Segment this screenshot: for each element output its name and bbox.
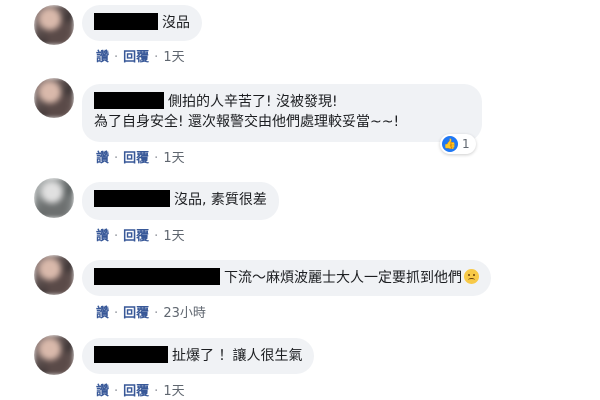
comment-time[interactable]: 1天 <box>163 384 184 399</box>
comment-bubble: 沒品 <box>82 5 202 41</box>
separator-dot: · <box>154 306 159 321</box>
like-action[interactable]: 讚 <box>96 306 109 321</box>
comment-actions: 讚 · 回覆 · 1天 <box>96 147 185 166</box>
reply-action[interactable]: 回覆 <box>123 384 149 399</box>
comment-time[interactable]: 1天 <box>163 151 184 166</box>
comment-text: 沒品 <box>162 15 190 31</box>
like-action[interactable]: 讚 <box>96 229 109 244</box>
like-action[interactable]: 讚 <box>96 384 109 399</box>
comment-actions: 讚 · 回覆 · 1天 <box>96 380 185 399</box>
comment-bubble: 側拍的人辛苦了! 沒被發現! 為了自身安全! 還次報警交由他們處理較妥當~~! <box>82 84 482 142</box>
like-action[interactable]: 讚 <box>96 151 109 166</box>
like-action[interactable]: 讚 <box>96 50 109 65</box>
redacted-name <box>94 268 220 285</box>
separator-dot: · <box>154 229 159 244</box>
avatar[interactable] <box>34 5 74 45</box>
comment-actions: 讚 · 回覆 · 1天 <box>96 46 185 65</box>
separator-dot: · <box>114 229 119 244</box>
separator-dot: · <box>114 50 119 65</box>
comment-text: 扯爆了 ！讓人很生氣 <box>172 348 303 364</box>
separator-dot: · <box>114 384 119 399</box>
comment-text: 沒品, 素質很差 <box>174 192 267 208</box>
reply-action[interactable]: 回覆 <box>123 151 149 166</box>
reply-action[interactable]: 回覆 <box>123 50 149 65</box>
redacted-name <box>94 190 170 207</box>
comment-bubble: 下流～麻煩波麗士大人一定要抓到他們 <box>82 260 491 296</box>
separator-dot: · <box>154 151 159 166</box>
avatar[interactable] <box>34 178 74 218</box>
redacted-name <box>94 346 168 363</box>
reaction-count: 1 <box>462 137 470 151</box>
redacted-name <box>94 13 158 30</box>
avatar[interactable] <box>34 255 74 295</box>
comment-actions: 讚 · 回覆 · 1天 <box>96 225 185 244</box>
like-icon: 👍 <box>442 136 458 152</box>
separator-dot: · <box>154 384 159 399</box>
comment-time[interactable]: 1天 <box>163 229 184 244</box>
comment-bubble: 沒品, 素質很差 <box>82 182 279 220</box>
comment-text: 下流～麻煩波麗士大人一定要抓到他們 <box>224 270 462 286</box>
comment-time[interactable]: 1天 <box>163 50 184 65</box>
avatar[interactable] <box>34 335 74 375</box>
reply-action[interactable]: 回覆 <box>123 306 149 321</box>
reply-action[interactable]: 回覆 <box>123 229 149 244</box>
separator-dot: · <box>154 50 159 65</box>
reaction-summary[interactable]: 👍 1 <box>440 134 476 154</box>
separator-dot: · <box>114 306 119 321</box>
comment-text-line: 為了自身安全! 還次報警交由他們處理較妥當~~! <box>94 114 400 130</box>
comment-bubble: 扯爆了 ！讓人很生氣 <box>82 338 315 374</box>
redacted-name <box>94 92 164 109</box>
sad-face-emoji <box>464 269 479 284</box>
avatar[interactable] <box>34 78 74 118</box>
comment-actions: 讚 · 回覆 · 23小時 <box>96 302 206 321</box>
separator-dot: · <box>114 151 119 166</box>
comment-text-line: 側拍的人辛苦了! 沒被發現! <box>168 94 338 110</box>
comment-time[interactable]: 23小時 <box>163 306 206 321</box>
